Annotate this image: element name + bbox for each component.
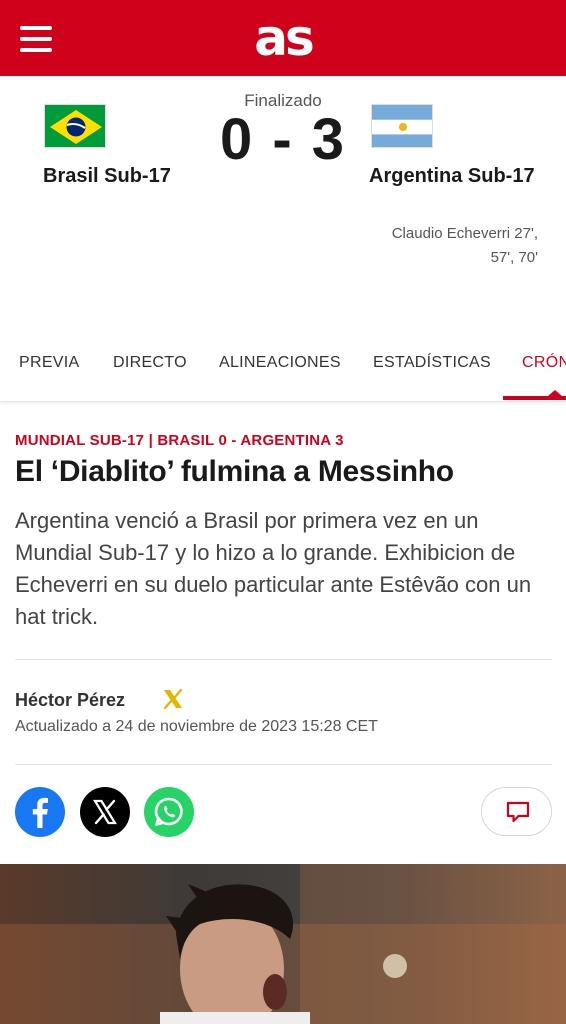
scorers-line-2: 57', 70' — [490, 249, 538, 266]
argentina-flag-icon — [371, 104, 433, 148]
tab-cronica[interactable]: CRÓNICA — [522, 354, 566, 372]
whatsapp-share-button[interactable] — [144, 787, 194, 837]
tab-estadisticas[interactable]: ESTADÍSTICAS — [373, 354, 491, 372]
article-subtitle: Argentina venció a Brasil por primera ve… — [15, 508, 532, 629]
divider — [15, 764, 552, 765]
facebook-share-button[interactable] — [15, 787, 65, 837]
brazil-flag-icon — [44, 104, 106, 148]
updated-timestamp: Actualizado a 24 de noviembre de 2023 15… — [15, 718, 378, 735]
as-logo[interactable]: as — [0, 6, 566, 70]
tab-alineaciones[interactable]: ALINEACIONES — [219, 354, 341, 372]
tab-directo[interactable]: DIRECTO — [113, 354, 187, 372]
whatsapp-icon — [154, 797, 183, 826]
author-name[interactable]: Héctor Pérez — [15, 690, 125, 711]
x-share-button[interactable] — [80, 787, 130, 837]
match-tabs: PREVIA DIRECTO ALINEACIONES ESTADÍSTICAS… — [0, 340, 566, 402]
x-icon — [93, 799, 117, 825]
home-team-name[interactable]: Brasil Sub-17 — [43, 165, 171, 188]
active-tab-notch — [548, 390, 562, 396]
author-x-icon[interactable] — [162, 688, 184, 710]
divider — [15, 659, 552, 660]
scorers-line-1: Claudio Echeverri 27', — [391, 225, 538, 242]
top-bar: as — [0, 0, 566, 76]
article-kicker[interactable]: MUNDIAL SUB-17 | BRASIL 0 - ARGENTINA 3 — [15, 432, 344, 449]
away-scorers: Claudio Echeverri 27', 57', 70' — [338, 222, 538, 270]
facebook-icon — [32, 797, 48, 828]
active-tab-indicator — [503, 396, 566, 400]
comment-icon — [506, 801, 530, 823]
away-team-name[interactable]: Argentina Sub-17 — [369, 165, 535, 188]
tab-previa[interactable]: PREVIA — [19, 354, 80, 372]
article-headline: El ‘Diablito’ fulmina a Messinho — [15, 455, 454, 488]
comments-button[interactable] — [481, 787, 552, 836]
article-hero-image — [0, 864, 566, 1024]
